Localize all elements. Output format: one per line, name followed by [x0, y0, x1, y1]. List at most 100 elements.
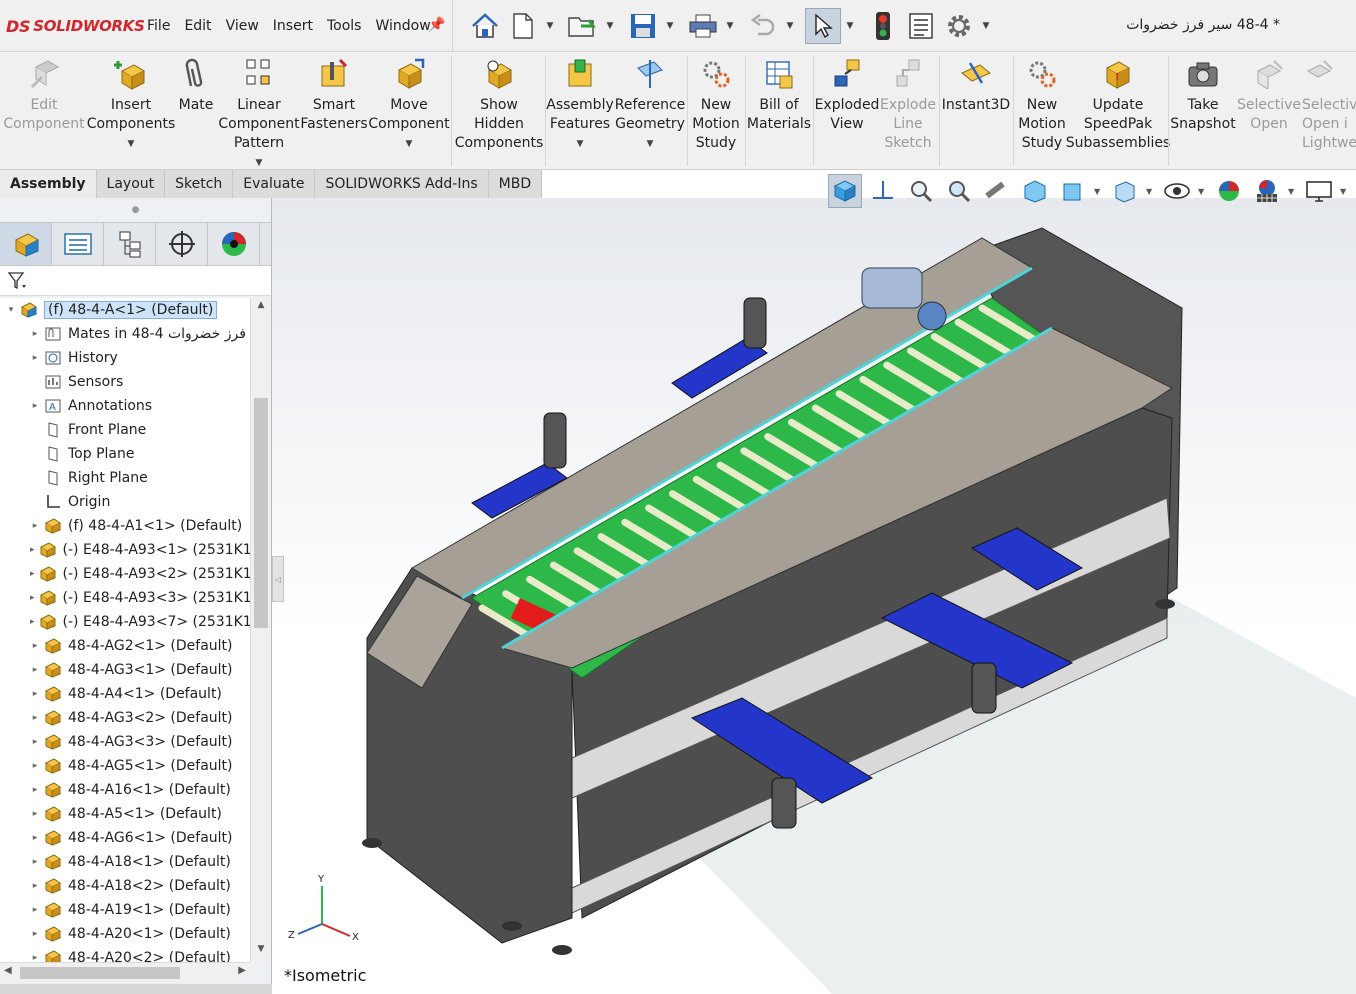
- rebuild-icon[interactable]: [865, 8, 901, 44]
- chevron-down-icon[interactable]: ▼: [406, 135, 413, 154]
- menu-insert[interactable]: Insert: [266, 16, 320, 36]
- tree-item[interactable]: ▸ (-) E48-4-A93<3> (2531K1: [0, 586, 250, 610]
- tree-item[interactable]: ▸ 48-4-AG3<3> (Default): [0, 730, 250, 754]
- show-hidden-components-button[interactable]: Show Hidden Components: [455, 56, 543, 153]
- tab-sketch[interactable]: Sketch: [165, 170, 234, 198]
- dimxpert-icon[interactable]: [156, 223, 208, 265]
- expand-icon[interactable]: ▸: [30, 617, 35, 627]
- scene-icon[interactable]: [1250, 174, 1284, 208]
- linear-component-pattern-button[interactable]: Linear Component Pattern ▼: [218, 56, 300, 173]
- new-motion-study-button[interactable]: New Motion Study: [690, 56, 742, 153]
- chevron-down-icon[interactable]: ▼: [1198, 187, 1208, 196]
- expand-icon[interactable]: ▸: [30, 929, 40, 939]
- chevron-down-icon[interactable]: ▼: [1146, 187, 1156, 196]
- expand-icon[interactable]: ▸: [30, 857, 40, 867]
- section-view-icon[interactable]: [1018, 174, 1052, 208]
- previous-view-icon[interactable]: [980, 174, 1014, 208]
- tree-item[interactable]: ▸ 48-4-A19<1> (Default): [0, 898, 250, 922]
- expand-icon[interactable]: ▸: [30, 713, 40, 723]
- new-document-icon[interactable]: [505, 8, 541, 44]
- scroll-left-icon[interactable]: ◀: [4, 965, 12, 976]
- expand-icon[interactable]: ▸: [30, 665, 40, 675]
- tree-item[interactable]: ▸ 48-4-AG3<2> (Default): [0, 706, 250, 730]
- tree-vertical-scrollbar[interactable]: ▲ ▼: [250, 298, 271, 962]
- file-properties-icon[interactable]: [903, 8, 939, 44]
- display-style-icon[interactable]: [1108, 174, 1142, 208]
- tree-item[interactable]: ▸ 48-4-A16<1> (Default): [0, 778, 250, 802]
- menu-tools[interactable]: Tools: [320, 16, 369, 36]
- chevron-down-icon[interactable]: ▼: [663, 8, 677, 44]
- save-icon[interactable]: [625, 8, 661, 44]
- panel-grip[interactable]: ●: [0, 198, 271, 222]
- instant3d-button[interactable]: Instant3D: [942, 56, 1010, 115]
- tree-item[interactable]: ▸ Mates in 48-4 فرز خضروات: [0, 322, 250, 346]
- display-settings-icon[interactable]: [1302, 174, 1336, 208]
- scroll-up-icon[interactable]: ▲: [251, 300, 271, 316]
- tree-item[interactable]: ▸ A Annotations: [0, 394, 250, 418]
- normal-to-icon[interactable]: [866, 174, 900, 208]
- expand-icon[interactable]: ▸: [30, 689, 40, 699]
- hide-show-icon[interactable]: [1160, 174, 1194, 208]
- tree-item[interactable]: ▸ 48-4-AG6<1> (Default): [0, 826, 250, 850]
- open-icon[interactable]: [565, 8, 601, 44]
- bill-of-materials-button[interactable]: Bill of Materials: [747, 56, 811, 134]
- expand-icon[interactable]: ▸: [30, 545, 35, 555]
- scroll-thumb[interactable]: [20, 967, 180, 979]
- tree-item[interactable]: ▸ 48-4-A20<2> (Default): [0, 946, 250, 962]
- edit-component-button[interactable]: Edit Component: [3, 56, 85, 134]
- exploded-view-button[interactable]: Exploded View: [815, 56, 879, 134]
- reference-geometry-button[interactable]: Reference Geometry ▼: [615, 56, 685, 154]
- chevron-down-icon[interactable]: ▼: [843, 8, 857, 44]
- print-icon[interactable]: [685, 8, 721, 44]
- chevron-down-icon[interactable]: ▼: [783, 8, 797, 44]
- tree-item[interactable]: ▸ 48-4-AG5<1> (Default): [0, 754, 250, 778]
- tab-mbd[interactable]: MBD: [488, 170, 543, 198]
- graphics-area[interactable]: Y X Z: [272, 198, 1356, 994]
- tab-evaluate[interactable]: Evaluate: [233, 170, 316, 198]
- options-gear-icon[interactable]: [941, 8, 977, 44]
- scroll-thumb[interactable]: [254, 398, 268, 628]
- menu-file[interactable]: File: [140, 16, 177, 36]
- tree-item[interactable]: ▸ (-) E48-4-A93<2> (2531K1: [0, 562, 250, 586]
- expand-icon[interactable]: ▸: [30, 761, 40, 771]
- expand-icon[interactable]: ▸: [30, 953, 40, 962]
- chevron-down-icon[interactable]: ▼: [647, 135, 654, 154]
- expand-icon[interactable]: ▸: [30, 641, 40, 651]
- tree-item[interactable]: Origin: [0, 490, 250, 514]
- view-cube-icon[interactable]: [828, 174, 862, 208]
- assembly-features-button[interactable]: Assembly Features ▼: [546, 56, 614, 154]
- tree-item[interactable]: ▸ 48-4-A18<1> (Default): [0, 850, 250, 874]
- expand-icon[interactable]: ▸: [30, 569, 35, 579]
- selective-open-lightweight-button[interactable]: Selective Open i Lightwei: [1302, 56, 1356, 153]
- insert-components-button[interactable]: Insert Components ▼: [87, 56, 175, 154]
- chevron-down-icon[interactable]: ▼: [979, 8, 993, 44]
- expand-icon[interactable]: ▸: [30, 737, 40, 747]
- tree-item[interactable]: Sensors: [0, 370, 250, 394]
- undo-icon[interactable]: [745, 8, 781, 44]
- explode-line-sketch-button[interactable]: Explode Line Sketch: [880, 56, 936, 153]
- menu-edit[interactable]: Edit: [177, 16, 218, 36]
- tab-layout[interactable]: Layout: [96, 170, 166, 198]
- scroll-right-icon[interactable]: ▶: [238, 965, 246, 976]
- expand-icon[interactable]: ▸: [30, 833, 40, 843]
- property-manager-icon[interactable]: [52, 223, 104, 265]
- expand-icon[interactable]: ▸: [30, 785, 40, 795]
- tree-item[interactable]: Right Plane: [0, 466, 250, 490]
- tree-item[interactable]: Front Plane: [0, 418, 250, 442]
- menu-view[interactable]: View: [219, 16, 266, 36]
- tree-item[interactable]: ▸ (-) E48-4-A93<1> (2531K1: [0, 538, 250, 562]
- chevron-down-icon[interactable]: ▼: [603, 8, 617, 44]
- tree-item[interactable]: ▸ 48-4-A5<1> (Default): [0, 802, 250, 826]
- machine-model[interactable]: [272, 198, 1356, 994]
- smart-fasteners-button[interactable]: Smart Fasteners: [300, 56, 368, 134]
- panel-splitter-handle[interactable]: ◁: [272, 556, 284, 602]
- tree-filter[interactable]: [0, 266, 271, 296]
- pin-icon[interactable]: 📌: [428, 17, 445, 33]
- tree-item[interactable]: ▸ (f) 48-4-A1<1> (Default): [0, 514, 250, 538]
- expand-icon[interactable]: ▸: [30, 881, 40, 891]
- expand-icon[interactable]: ▸: [30, 353, 40, 363]
- solidworks-logo[interactable]: DS SOLIDWORKS: [6, 14, 145, 38]
- tree-item[interactable]: ▸ History: [0, 346, 250, 370]
- feature-manager-icon[interactable]: [0, 223, 52, 265]
- appearance-icon[interactable]: [1212, 174, 1246, 208]
